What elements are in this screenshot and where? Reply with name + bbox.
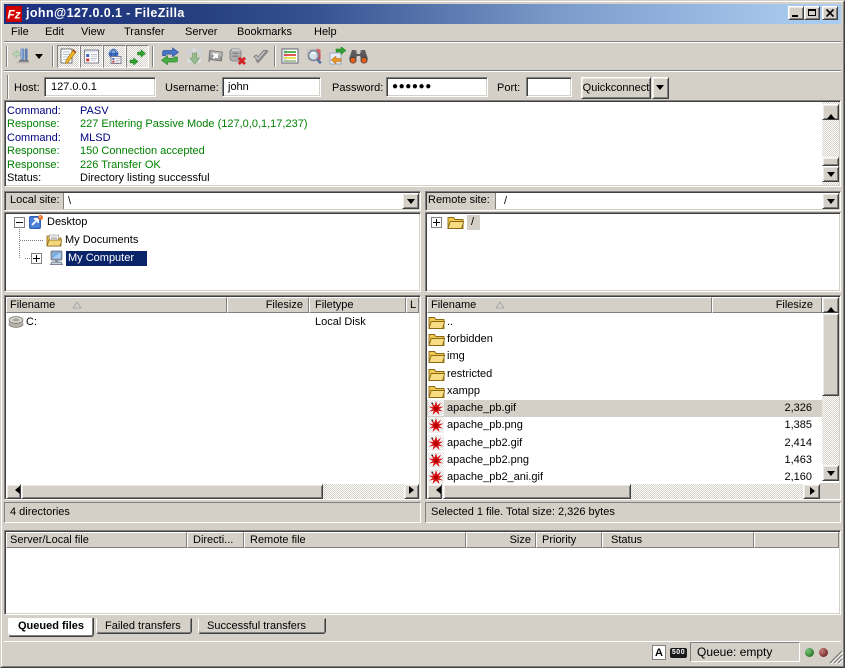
svg-text:Fz: Fz [7,8,20,22]
